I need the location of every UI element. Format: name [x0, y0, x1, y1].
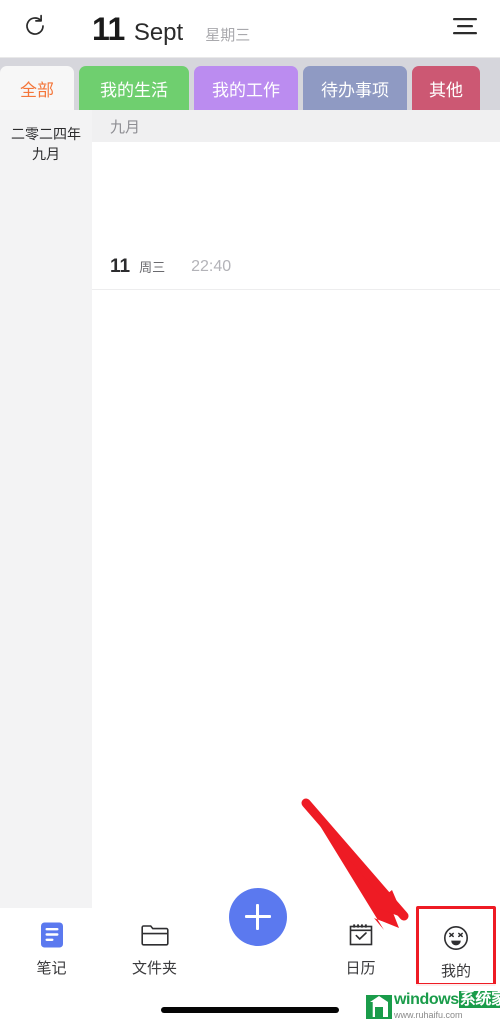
header-weekday-label: 星期三 — [205, 26, 251, 44]
content-month-header: 九月 — [92, 110, 500, 142]
site-watermark: windows系统家园 www.ruhaifu.com — [360, 984, 500, 1028]
watermark-url: www.ruhaifu.com — [394, 1010, 463, 1020]
category-tab-strip: 全部 我的生活 我的工作 待办事项 其他 — [0, 58, 500, 110]
header-month-label: Sept — [133, 18, 184, 46]
bottom-navigation-bar: 笔记 文件夹 日历 我的 — [0, 888, 500, 992]
nav-item-folder[interactable]: 文件夹 — [103, 908, 206, 978]
header-date-title: 11 Sept 星期三 — [70, 13, 430, 45]
tab-my-work[interactable]: 我的工作 — [194, 66, 298, 110]
header-right-actions — [430, 14, 500, 43]
watermark-text: windows系统家园 www.ruhaifu.com — [394, 991, 500, 1020]
main-body: 二零二四年 九月 九月 11 周三 22:40 — [0, 110, 500, 908]
tab-all[interactable]: 全部 — [0, 66, 74, 110]
nav-label-profile: 我的 — [440, 963, 471, 980]
profile-face-icon — [442, 921, 470, 955]
plus-icon — [244, 904, 271, 930]
note-list-panel: 九月 11 周三 22:40 — [92, 110, 500, 908]
list-item[interactable]: 11 周三 22:40 — [92, 244, 500, 290]
tab-my-life[interactable]: 我的生活 — [79, 66, 189, 110]
notes-icon — [39, 918, 65, 952]
watermark-brand-en: windows — [394, 991, 459, 1008]
watermark-house-logo-icon — [366, 995, 392, 1019]
folder-icon — [140, 918, 170, 952]
watermark-brand-cn: 系统家园 — [458, 991, 500, 1008]
nav-label-calendar: 日历 — [345, 960, 376, 977]
hamburger-menu-icon[interactable] — [450, 14, 480, 43]
month-sidebar[interactable]: 二零二四年 九月 — [0, 110, 92, 908]
app-root: 11 Sept 星期三 全部 我的生活 我的工作 待办事项 其他 二零二四年 九… — [0, 0, 500, 1028]
app-header: 11 Sept 星期三 — [0, 0, 500, 58]
home-indicator-bar[interactable] — [161, 1007, 339, 1013]
content-month-label: 九月 — [110, 118, 141, 136]
entry-time: 22:40 — [191, 257, 232, 275]
sidebar-year-label: 二零二四年 — [11, 126, 81, 142]
header-day-number: 11 — [92, 10, 125, 47]
calendar-icon — [347, 918, 375, 952]
entry-weekday: 周三 — [139, 260, 166, 275]
add-note-fab[interactable] — [228, 888, 287, 946]
watermark-brand: windows系统家园 — [394, 991, 500, 1008]
sidebar-month-block: 二零二四年 九月 — [0, 124, 92, 164]
nav-item-calendar[interactable]: 日历 — [309, 908, 412, 978]
nav-label-notes: 笔记 — [36, 960, 67, 977]
sidebar-month-label: 九月 — [32, 146, 60, 162]
refresh-icon[interactable] — [22, 13, 48, 44]
nav-item-profile[interactable]: 我的 — [416, 906, 496, 986]
tab-other[interactable]: 其他 — [412, 66, 480, 110]
nav-label-folder: 文件夹 — [131, 960, 177, 977]
tab-todo[interactable]: 待办事项 — [303, 66, 407, 110]
header-left-actions — [0, 13, 70, 44]
entry-day-number: 11 — [110, 255, 131, 277]
nav-item-notes[interactable]: 笔记 — [0, 908, 103, 978]
